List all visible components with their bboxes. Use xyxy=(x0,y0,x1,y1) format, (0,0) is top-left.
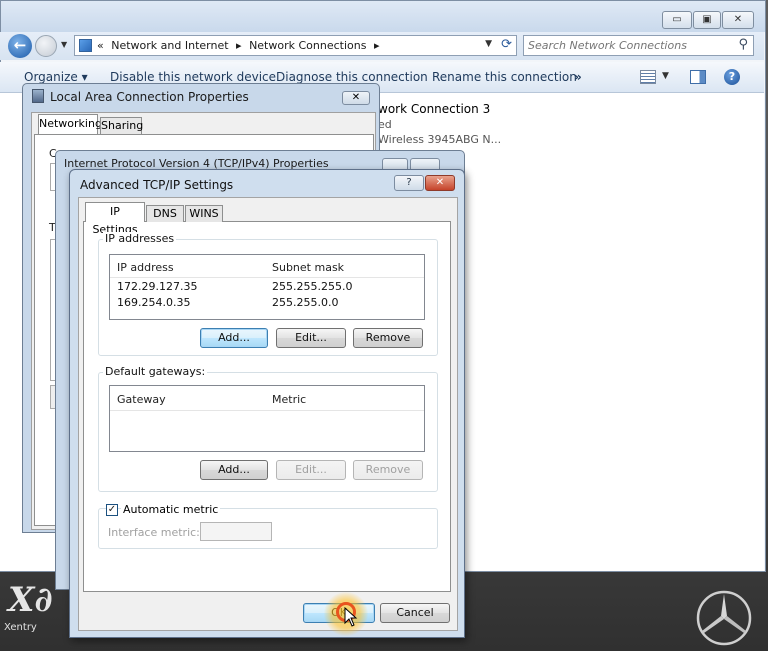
breadcrumb: « Network and Internet ▸ Network Connect… xyxy=(97,39,384,52)
list-header-divider xyxy=(110,277,424,278)
disable-device-button[interactable]: Disable this network device xyxy=(110,70,276,84)
help-icon[interactable]: ? xyxy=(724,69,740,85)
search-input[interactable] xyxy=(528,38,728,53)
mouse-cursor-icon xyxy=(344,607,358,627)
ip-edit-button[interactable]: Edit... xyxy=(276,328,346,348)
lac-close-button[interactable]: ✕ xyxy=(342,91,370,105)
advanced-help-button[interactable]: ? xyxy=(394,175,424,191)
search-box[interactable]: ⚲ xyxy=(523,35,754,56)
advanced-dialog-title: Advanced TCP/IP Settings xyxy=(80,178,234,192)
interface-metric-label: Interface metric: xyxy=(108,526,200,539)
minimize-button[interactable]: ▭ xyxy=(662,11,692,29)
connection-name[interactable]: work Connection 3 xyxy=(378,102,490,116)
interface-metric-input xyxy=(200,522,272,541)
more-commands-button[interactable]: » xyxy=(574,70,582,84)
list-header-divider xyxy=(110,410,424,411)
breadcrumb-separator-icon[interactable]: ▸ xyxy=(374,39,380,52)
back-arrow-icon: ← xyxy=(13,36,27,54)
recent-pages-dropdown-icon[interactable]: ▼ xyxy=(61,40,67,49)
back-button[interactable]: ← xyxy=(8,34,32,58)
breadcrumb-network-connections[interactable]: Network Connections xyxy=(249,39,366,52)
column-header-metric[interactable]: Metric xyxy=(272,393,306,406)
maximize-button[interactable]: ▣ xyxy=(693,11,721,29)
ip-addresses-list[interactable]: IP address Subnet mask 172.29.127.35 255… xyxy=(109,254,425,320)
column-header-ip-address[interactable]: IP address xyxy=(117,261,174,274)
column-header-gateway[interactable]: Gateway xyxy=(117,393,166,406)
gateway-add-button[interactable]: Add... xyxy=(200,460,268,480)
address-dropdown-icon[interactable]: ▼ xyxy=(485,39,492,49)
breadcrumb-network-and-internet[interactable]: Network and Internet xyxy=(111,39,228,52)
advanced-close-button[interactable]: ✕ xyxy=(425,175,455,191)
tab-wins[interactable]: WINS xyxy=(185,205,223,222)
connection-status: ed xyxy=(378,118,392,131)
address-bar[interactable]: « Network and Internet ▸ Network Connect… xyxy=(74,35,517,56)
breadcrumb-separator-icon[interactable]: ▸ xyxy=(236,39,242,52)
preview-pane-icon[interactable] xyxy=(690,70,706,84)
search-icon[interactable]: ⚲ xyxy=(738,37,748,52)
lac-dialog-title: Local Area Connection Properties xyxy=(50,90,249,104)
gateways-list[interactable]: Gateway Metric xyxy=(109,385,425,452)
xentry-logo-text: Xentry xyxy=(4,622,37,633)
gateway-remove-button: Remove xyxy=(353,460,423,480)
ip-addresses-label: IP addresses xyxy=(103,232,177,245)
close-window-button[interactable]: ✕ xyxy=(722,11,754,29)
automatic-metric-label[interactable]: Automatic metric xyxy=(121,503,221,516)
forward-button[interactable] xyxy=(35,35,57,57)
subnet-mask-cell: 255.255.255.0 xyxy=(272,280,353,293)
table-row[interactable]: 169.254.0.35 255.255.0.0 xyxy=(110,296,424,311)
xentry-logo: X∂ Xentry xyxy=(2,580,54,650)
connection-adapter: Wireless 3945ABG N... xyxy=(378,133,502,146)
cancel-button[interactable]: Cancel xyxy=(380,603,450,623)
automatic-metric-checkbox[interactable]: ✓ xyxy=(106,504,118,516)
rename-connection-button[interactable]: Rename this connection xyxy=(432,70,577,84)
xentry-logo-glyph: X∂ xyxy=(8,580,53,620)
refresh-icon[interactable]: ⟳ xyxy=(501,37,512,52)
mercedes-star-logo xyxy=(696,590,752,646)
table-row[interactable]: 172.29.127.35 255.255.255.0 xyxy=(110,280,424,295)
ip-remove-button[interactable]: Remove xyxy=(353,328,423,348)
organize-menu-button[interactable]: Organize ▾ xyxy=(24,70,88,84)
tab-dns[interactable]: DNS xyxy=(146,205,184,222)
diagnose-connection-button[interactable]: Diagnose this connection xyxy=(276,70,428,84)
change-view-icon[interactable] xyxy=(640,70,656,84)
subnet-mask-cell: 255.255.0.0 xyxy=(272,296,339,309)
tab-ip-settings[interactable]: IP Settings xyxy=(85,202,145,236)
tab-sharing[interactable]: Sharing xyxy=(100,117,143,134)
view-dropdown-icon[interactable]: ▼ xyxy=(662,71,669,81)
ip-address-cell: 172.29.127.35 xyxy=(117,280,198,293)
network-folder-icon xyxy=(79,39,92,52)
gateway-edit-button: Edit... xyxy=(276,460,346,480)
explorer-titlebar[interactable] xyxy=(1,1,765,32)
breadcrumb-overflow[interactable]: « xyxy=(97,39,104,52)
column-header-subnet-mask[interactable]: Subnet mask xyxy=(272,261,344,274)
network-adapter-icon xyxy=(32,89,44,103)
tab-networking[interactable]: Networking xyxy=(38,114,102,134)
ip-add-button[interactable]: Add... xyxy=(200,328,268,348)
default-gateways-label: Default gateways: xyxy=(103,365,208,378)
ip-address-cell: 169.254.0.35 xyxy=(117,296,191,309)
